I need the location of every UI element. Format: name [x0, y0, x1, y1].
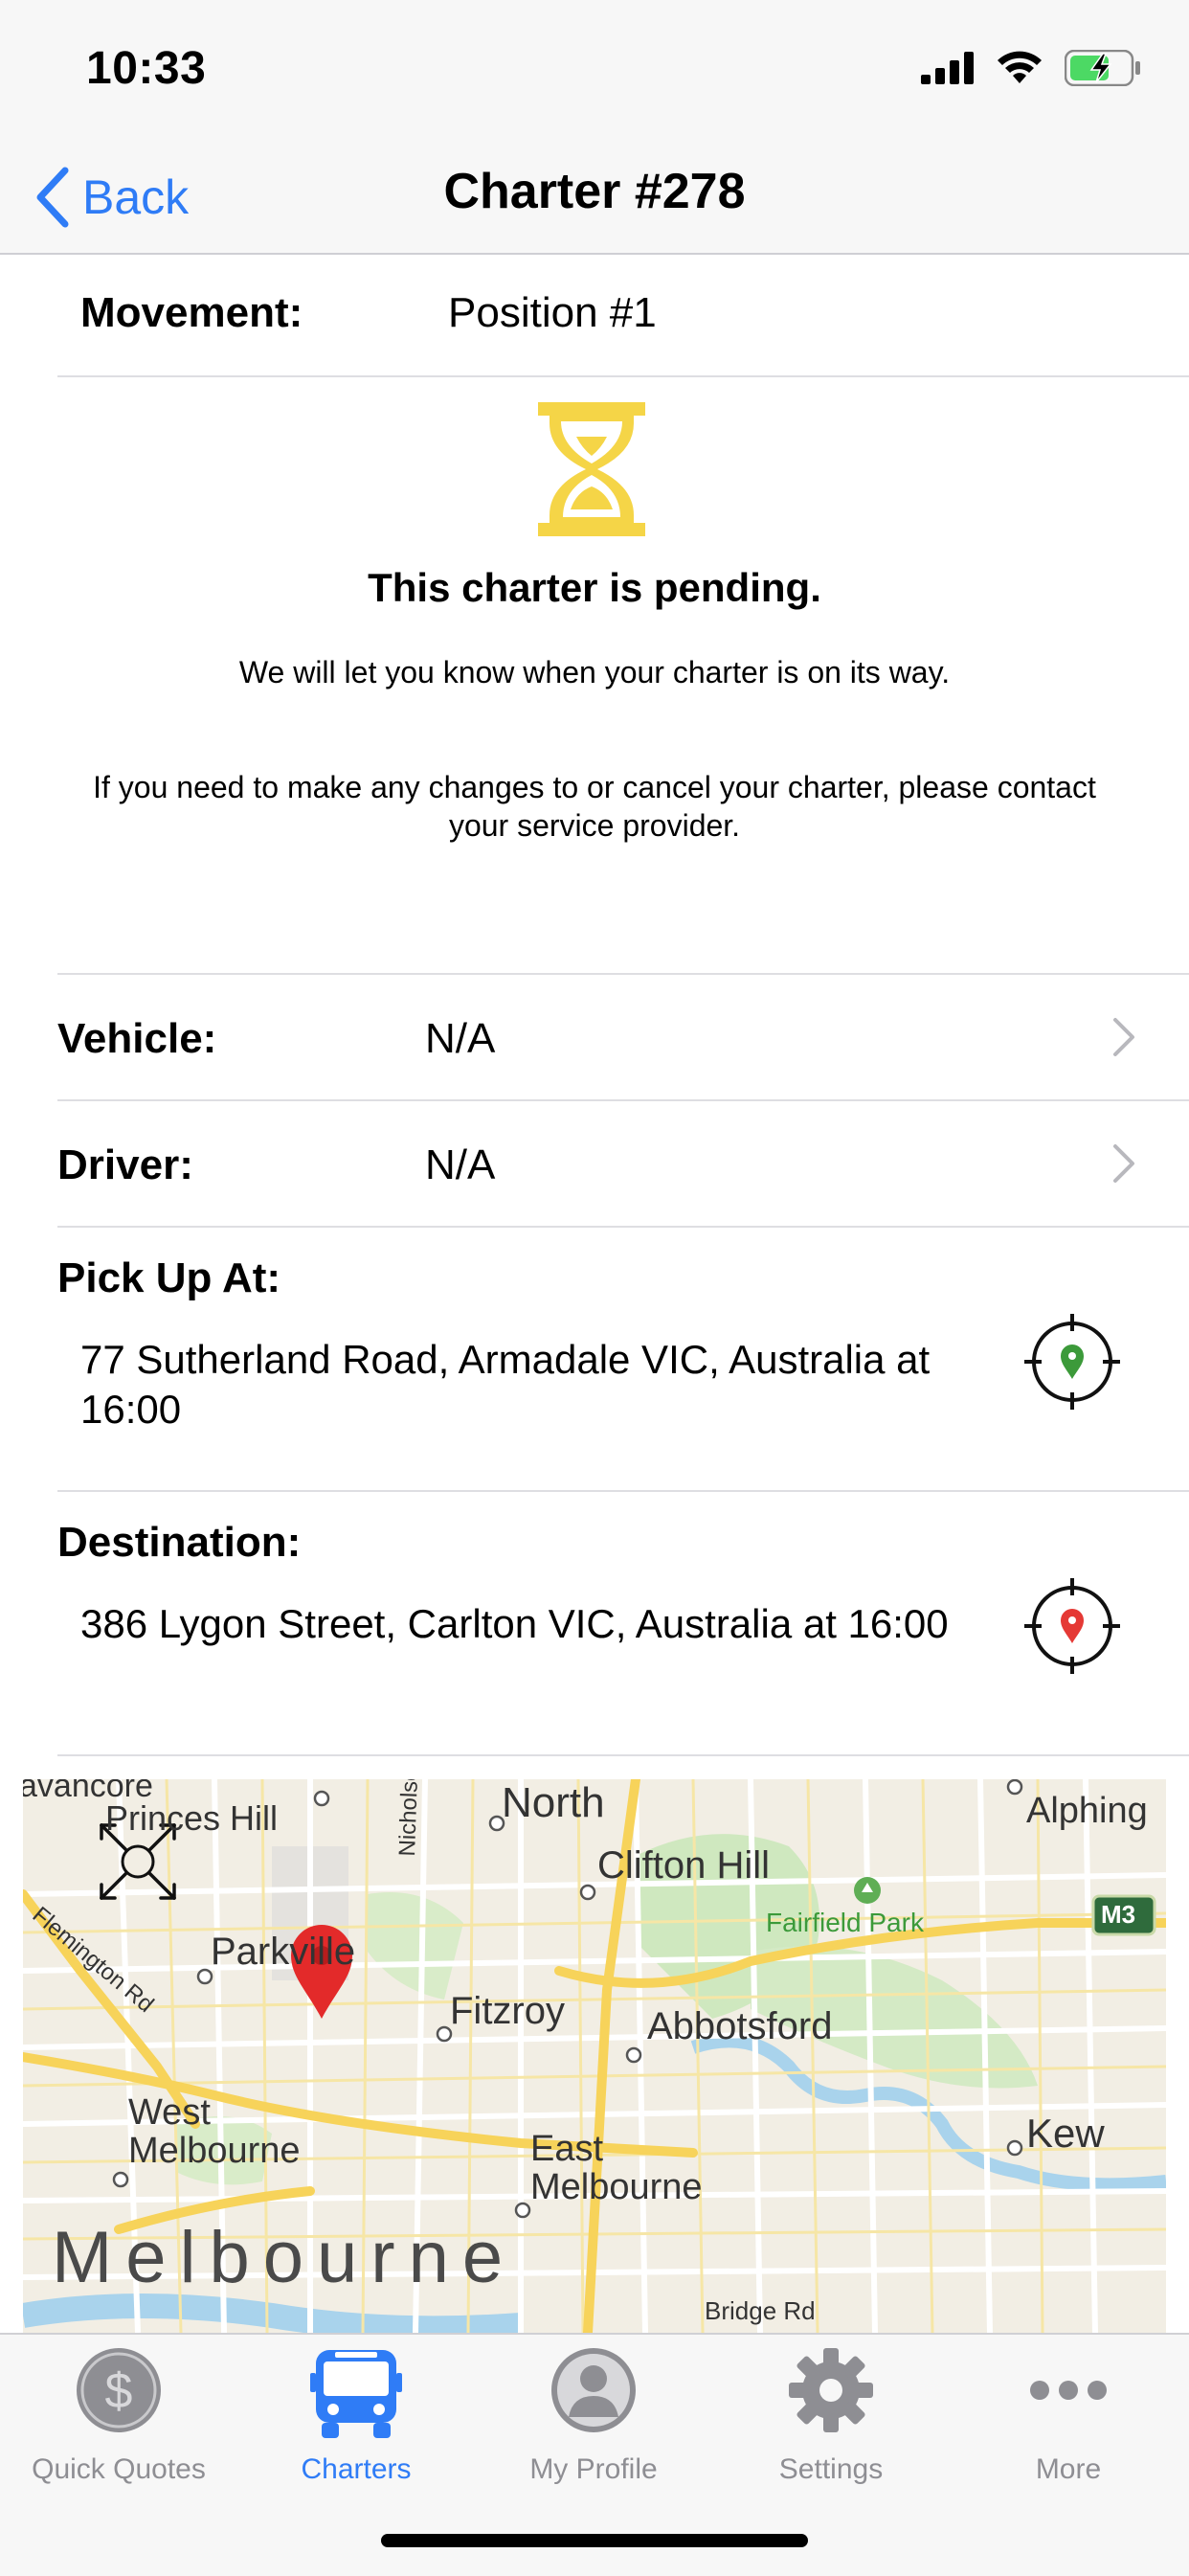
tab-more[interactable]: More — [950, 2344, 1187, 2488]
driver-label: Driver: — [57, 1141, 193, 1188]
movement-label: Movement: — [80, 289, 303, 336]
pending-title: This charter is pending. — [368, 565, 821, 610]
tab-my-profile[interactable]: My Profile — [475, 2344, 712, 2488]
vehicle-row[interactable]: Vehicle: N/A — [57, 975, 1189, 1101]
pickup-label: Pick Up At: — [57, 1254, 281, 1301]
status-time: 10:33 — [86, 43, 207, 94]
map-label: Alphing — [1026, 1791, 1148, 1831]
locate-destination-icon[interactable] — [1024, 1578, 1120, 1674]
chevron-right-icon — [1113, 1018, 1134, 1056]
map-label: North — [502, 1779, 605, 1826]
map-label: Abbotsford — [647, 2005, 833, 2047]
status-bar: 10:33 — [0, 0, 1189, 144]
pending-section: This charter is pending. We will let you… — [0, 375, 1189, 973]
movement-value: Position #1 — [448, 289, 657, 336]
pickup-address: 77 Sutherland Road, Armadale VIC, Austra… — [80, 1337, 931, 1432]
wifi-icon — [998, 51, 1042, 83]
driver-row[interactable]: Driver: N/A — [57, 1101, 1189, 1228]
more-dots-icon — [1030, 2381, 1107, 2400]
cellular-signal-icon — [921, 52, 974, 84]
home-indicator[interactable] — [381, 2534, 808, 2547]
destination-row: Destination: 386 Lygon Street, Carlton V… — [57, 1492, 1189, 1756]
navigation-bar: Back Charter #278 — [0, 144, 1189, 255]
map-label: Bridge Rd — [705, 2296, 816, 2325]
tab-settings[interactable]: Settings — [712, 2344, 950, 2488]
map-label: Nicholson St — [394, 1779, 425, 1857]
tab-label: Settings — [778, 2453, 884, 2485]
driver-value: N/A — [425, 1141, 496, 1188]
tab-label: Quick Quotes — [32, 2453, 206, 2485]
tab-charters[interactable]: Charters — [237, 2344, 475, 2488]
vehicle-value: N/A — [425, 1015, 496, 1062]
bus-icon — [310, 2350, 402, 2438]
hourglass-icon — [538, 402, 645, 536]
destination-address: 386 Lygon Street, Carlton VIC, Australia… — [80, 1601, 949, 1646]
profile-icon — [551, 2348, 636, 2432]
gear-icon — [789, 2348, 873, 2432]
movement-row: Movement: Position #1 — [57, 253, 1189, 377]
tab-label: My Profile — [529, 2453, 658, 2485]
pickup-row: Pick Up At: 77 Sutherland Road, Armadale… — [57, 1228, 1189, 1492]
map-label: Fitzroy — [450, 1990, 565, 2032]
page-title: Charter #278 — [443, 164, 746, 219]
map-label: M3 — [1101, 1900, 1136, 1929]
map-label: Clifton Hill — [597, 1844, 771, 1887]
map-view[interactable]: avancore Princes Hill North Alphing Clif… — [23, 1779, 1166, 2333]
locate-pickup-icon[interactable] — [1024, 1314, 1120, 1410]
map-label: Parkville — [211, 1931, 356, 1973]
battery-charging-icon — [1065, 50, 1140, 86]
dollar-circle-icon: $ — [77, 2348, 161, 2432]
tab-label: Charters — [301, 2453, 412, 2485]
map-label: Kew — [1026, 2111, 1105, 2156]
vehicle-label: Vehicle: — [57, 1015, 217, 1062]
pending-message: We will let you know when your charter i… — [238, 655, 951, 689]
map-label: East Melbourne — [530, 2129, 703, 2207]
map-label: West Melbourne — [128, 2092, 301, 2171]
chevron-right-icon — [1113, 1144, 1134, 1183]
map-label: Melbourne — [52, 2217, 517, 2298]
pending-contact-message: If you need to make any changes to or ca… — [93, 770, 1096, 843]
status-icons — [921, 50, 1141, 86]
tab-label: More — [1035, 2453, 1102, 2485]
tab-quick-quotes[interactable]: $ Quick Quotes — [0, 2344, 237, 2488]
destination-label: Destination: — [57, 1519, 302, 1566]
map-label: Fairfield Park — [766, 1908, 924, 1937]
svg-text:$: $ — [105, 2363, 133, 2419]
map-label: Princes Hill — [105, 1798, 279, 1838]
